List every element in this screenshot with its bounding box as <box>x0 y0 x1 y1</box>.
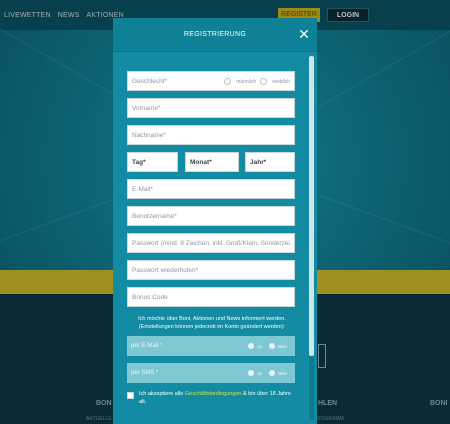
password-repeat-placeholder: Passwort wiederholen* <box>132 267 199 274</box>
terms-link[interactable]: Geschäftsbedingungen <box>185 391 242 397</box>
email-consent-label: per E-Mail * <box>131 343 163 349</box>
sms-consent-no-label: Nein <box>277 370 287 376</box>
birth-day-label: Tag* <box>132 159 146 166</box>
firstname-field[interactable]: Vorname* <box>127 98 295 118</box>
terms-text: Ich akzeptiere alle Geschäftsbedingungen… <box>139 390 295 406</box>
terms-checkbox[interactable] <box>127 392 134 399</box>
bonus-code-placeholder: Bonus Code <box>132 294 168 301</box>
email-placeholder: E-Mail* <box>132 186 153 193</box>
modal-header: REGISTRIERUNG ✕ <box>113 18 317 52</box>
email-consent-radios: Ja Nein <box>247 343 291 349</box>
firstname-placeholder: Vorname* <box>132 105 161 112</box>
sms-consent-radios: Ja Nein <box>247 370 291 376</box>
email-field[interactable]: E-Mail* <box>127 179 295 199</box>
gender-label: Geschlecht* <box>132 78 168 85</box>
gender-male-radio[interactable] <box>224 78 232 85</box>
newsletter-info-text: Ich möchte über Boni, Aktionen und News … <box>138 316 286 330</box>
email-consent-no-label: Nein <box>277 343 287 349</box>
scrollbar-thumb[interactable] <box>309 56 314 356</box>
sms-consent-yes-radio[interactable] <box>247 370 254 376</box>
sms-consent-row: per SMS * Ja Nein <box>127 363 295 383</box>
sms-consent-label: per SMS * <box>131 370 159 376</box>
password-field[interactable]: Passwort (mind. 8 Zeichen, inkl. Groß/Kl… <box>127 233 295 253</box>
gender-field[interactable]: Geschlecht* männlich weiblich <box>127 71 295 91</box>
birth-month-select[interactable]: Monat* <box>185 152 239 172</box>
modal-title: REGISTRIERUNG <box>183 31 247 38</box>
close-icon[interactable]: ✕ <box>297 27 311 41</box>
lastname-placeholder: Nachname* <box>132 132 166 139</box>
birth-year-label: Jahr* <box>250 159 267 166</box>
gender-female-radio[interactable] <box>260 78 268 85</box>
email-consent-yes-radio[interactable] <box>247 343 254 349</box>
username-field[interactable]: Benutzername* <box>127 206 295 226</box>
gender-male-label: männlich <box>236 78 257 85</box>
email-consent-no-radio[interactable] <box>268 343 275 349</box>
password-repeat-field[interactable]: Passwort wiederholen* <box>127 260 295 280</box>
terms-prefix: Ich akzeptiere alle <box>139 391 185 397</box>
sms-consent-no-radio[interactable] <box>268 370 275 376</box>
birth-month-label: Monat* <box>190 159 212 166</box>
gender-female-label: weiblich <box>272 78 290 85</box>
birth-day-select[interactable]: Tag* <box>127 152 178 172</box>
gender-radio-group: männlich weiblich <box>224 78 290 85</box>
birth-year-select[interactable]: Jahr* <box>245 152 295 172</box>
bonus-code-field[interactable]: Bonus Code <box>127 287 295 307</box>
password-placeholder: Passwort (mind. 8 Zeichen, inkl. Groß/Kl… <box>132 240 292 247</box>
registration-modal: REGISTRIERUNG ✕ Geschlecht* männlich wei… <box>113 18 317 424</box>
sms-consent-yes-label: Ja <box>256 370 262 376</box>
modal-scrollbar[interactable] <box>309 56 314 420</box>
lastname-field[interactable]: Nachname* <box>127 125 295 145</box>
username-placeholder: Benutzername* <box>132 213 177 220</box>
email-consent-yes-label: Ja <box>256 343 262 349</box>
email-consent-row: per E-Mail * Ja Nein <box>127 336 295 356</box>
